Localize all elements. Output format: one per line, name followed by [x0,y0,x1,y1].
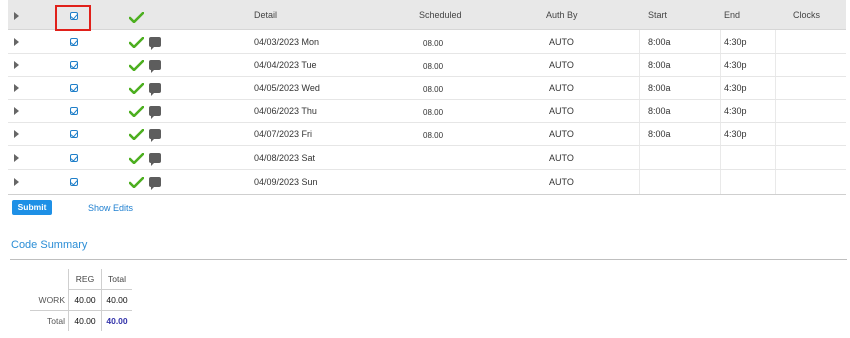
row-checkbox[interactable] [70,107,78,115]
row-auth-by: AUTO [549,106,574,116]
expand-row-icon[interactable] [14,154,19,162]
row-divider [8,122,846,123]
row-checkbox[interactable] [70,154,78,162]
expand-row-icon[interactable] [14,107,19,115]
comment-icon[interactable] [149,83,161,96]
select-all-checkbox[interactable] [70,12,78,20]
row-date: 04/05/2023 Wed [254,83,320,93]
row-end: 4:30p [724,106,747,116]
row-date: 04/06/2023 Thu [254,106,317,116]
row-auth-by: AUTO [549,177,574,187]
expand-row-icon[interactable] [14,61,19,69]
col-auth-by: Auth By [546,10,578,20]
comment-icon[interactable] [149,60,161,73]
row-end: 4:30p [724,37,747,47]
row-scheduled: 08.00 [423,108,444,117]
row-auth-by: AUTO [549,153,574,163]
code-summary-row-label: Total [47,316,65,326]
row-scheduled: 08.00 [423,39,444,48]
code-summary-reg-value: 40.00 [68,310,102,331]
row-auth-by: AUTO [549,37,574,47]
approved-check-icon[interactable] [129,83,144,94]
col-clocks: Clocks [793,10,821,20]
row-checkbox[interactable] [70,130,78,138]
row-end: 4:30p [724,83,747,93]
row-date: 04/04/2023 Tue [254,60,317,70]
show-edits-link[interactable]: Show Edits [88,203,133,213]
row-checkbox[interactable] [70,84,78,92]
code-summary-total-value: 40.00 [101,289,132,311]
col-scheduled: Scheduled [419,10,462,20]
approved-check-icon[interactable] [129,153,144,164]
expand-all-icon[interactable] [14,12,19,20]
row-checkbox[interactable] [70,61,78,69]
row-auth-by: AUTO [549,60,574,70]
row-date: 04/07/2023 Fri [254,129,313,139]
expand-row-icon[interactable] [14,178,19,186]
comment-icon[interactable] [149,106,161,119]
code-summary-total-row: Total 40.00 40.00 [30,310,132,331]
approved-check-icon[interactable] [129,37,144,48]
row-date: 04/09/2023 Sun [254,177,318,187]
row-divider [8,76,846,77]
row-auth-by: AUTO [549,83,574,93]
row-checkbox[interactable] [70,38,78,46]
row-checkbox[interactable] [70,178,78,186]
row-scheduled: 08.00 [423,131,444,140]
approved-check-icon[interactable] [129,129,144,140]
code-summary-title: Code Summary [11,239,88,251]
row-date: 04/08/2023 Sat [254,153,316,163]
code-summary-grand-total: 40.00 [101,310,132,331]
row-scheduled: 08.00 [423,85,444,94]
row-start: 8:00a [648,83,671,93]
approve-all-check-icon[interactable] [129,12,144,23]
col-end: End [724,10,741,20]
row-end: 4:30p [724,129,747,139]
row-start: 8:00a [648,106,671,116]
row-auth-by: AUTO [549,129,574,139]
row-divider [8,99,846,100]
approved-check-icon[interactable] [129,177,144,188]
expand-row-icon[interactable] [14,38,19,46]
row-scheduled: 08.00 [423,62,444,71]
code-summary-row-label: WORK [30,289,69,311]
expand-row-icon[interactable] [14,130,19,138]
row-divider [8,145,846,146]
row-start: 8:00a [648,129,671,139]
row-start: 8:00a [648,60,671,70]
comment-icon[interactable] [149,153,161,166]
row-divider [8,53,846,54]
table-bottom-border [8,194,846,195]
code-summary-table: REG Total WORK 40.00 40.00 Total 40.00 4… [30,269,132,331]
code-summary-header-row: REG Total [30,269,132,290]
code-summary-col-reg: REG [68,269,102,290]
code-summary-divider [10,259,847,260]
code-summary-reg-value: 40.00 [68,289,102,311]
row-date: 04/03/2023 Mon [254,37,320,47]
expand-row-icon[interactable] [14,84,19,92]
submit-button[interactable]: Submit [12,200,52,215]
approved-check-icon[interactable] [129,60,144,71]
code-summary-corner [30,269,69,290]
comment-icon[interactable] [149,129,161,142]
comment-icon[interactable] [149,177,161,190]
approved-check-icon[interactable] [129,106,144,117]
row-divider [8,169,846,170]
comment-icon[interactable] [149,37,161,50]
code-summary-col-total: Total [101,269,132,290]
row-end: 4:30p [724,60,747,70]
code-summary-row: WORK 40.00 40.00 [30,289,132,311]
col-start: Start [648,10,668,20]
col-detail: Detail [254,10,278,20]
row-start: 8:00a [648,37,671,47]
